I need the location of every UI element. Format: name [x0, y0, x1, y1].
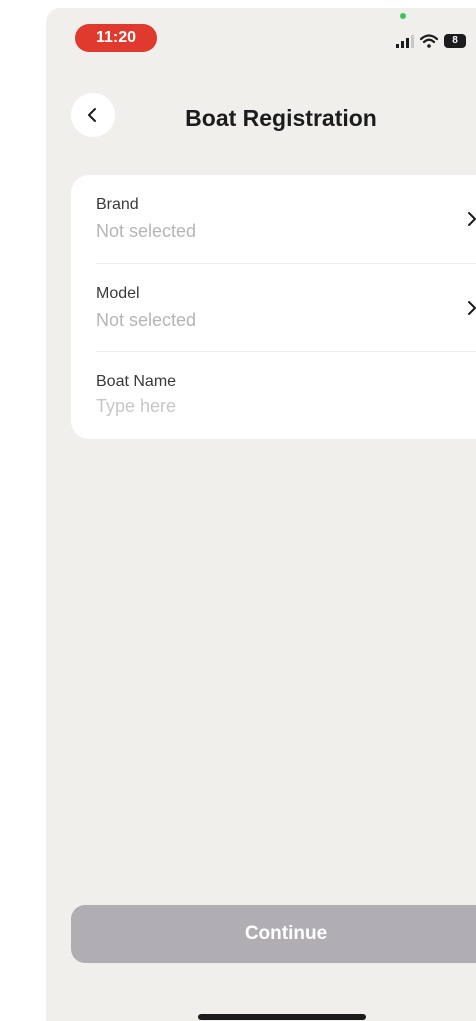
back-button[interactable] [71, 93, 115, 137]
home-indicator[interactable] [198, 1014, 366, 1020]
page-title: Boat Registration [185, 105, 377, 131]
registration-form: Brand Not selected Model Not selected Bo… [71, 175, 476, 439]
brand-select[interactable]: Brand Not selected [96, 175, 476, 263]
model-value: Not selected [96, 310, 197, 330]
model-label: Model [96, 285, 140, 302]
wifi-icon [420, 34, 438, 48]
battery-icon: 8 [444, 34, 466, 48]
continue-button[interactable]: Continue [71, 905, 476, 963]
status-time: 11:20 [75, 24, 157, 52]
boat-name-input[interactable] [96, 396, 436, 417]
brand-value: Not selected [96, 221, 197, 241]
chevron-right-icon [468, 212, 476, 226]
chevron-left-icon [88, 108, 96, 122]
status-icons: 8 [396, 32, 466, 50]
privacy-indicator [400, 13, 406, 19]
boat-name-field: Boat Name [96, 351, 476, 440]
chevron-right-icon [468, 301, 476, 315]
signal-icon [396, 35, 414, 48]
brand-label: Brand [96, 196, 139, 213]
boat-name-label: Boat Name [96, 373, 177, 390]
app-screen: 11:20 8 Boat Registration Brand Not sele… [46, 8, 476, 1021]
model-select[interactable]: Model Not selected [96, 263, 476, 352]
